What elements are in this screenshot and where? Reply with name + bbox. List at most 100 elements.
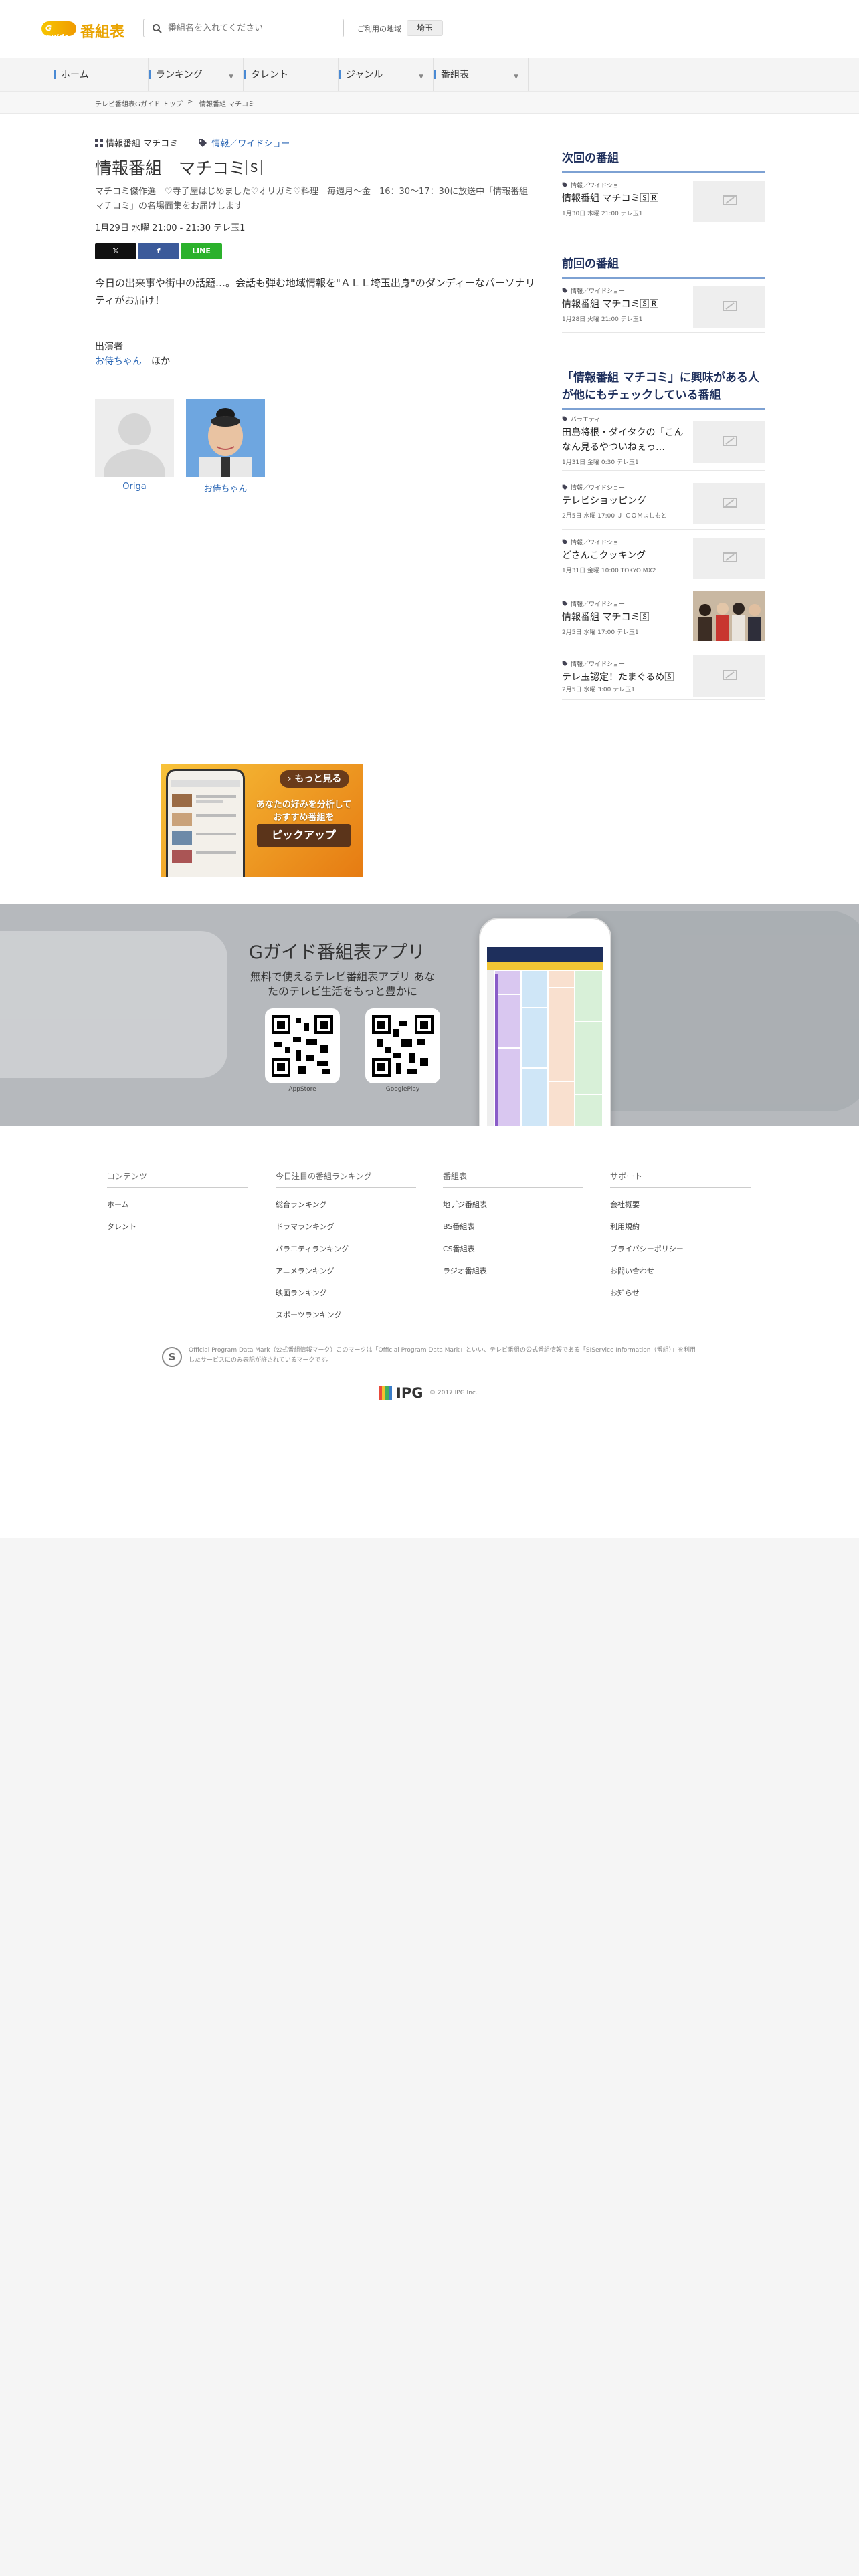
presenters-photo: [693, 591, 765, 641]
related-program-card[interactable]: 情報／ワイドショー テレ玉認定！たまぐるめ🅂 2月5日 水曜 3:00 テレ玉1: [562, 653, 765, 700]
app-banner: Gガイド番組表アプリ 無料で使えるテレビ番組表アプリ あなたのテレビ生活をもっと…: [0, 904, 859, 1126]
nav-label: 番組表: [441, 70, 469, 80]
nav-marker: [149, 70, 151, 79]
footer-column-contents: コンテンツ ホーム タレント: [107, 1170, 248, 1232]
appstore-label: AppStore: [288, 1086, 316, 1093]
tv-guide-screen-image: [487, 947, 603, 1126]
footer-link[interactable]: お問い合わせ: [610, 1265, 751, 1276]
logo-mark: G guide: [41, 21, 76, 41]
footer-link[interactable]: 会社概要: [610, 1199, 751, 1210]
footer-link[interactable]: スポーツランキング: [276, 1309, 416, 1320]
program-genre: バラエティ: [562, 415, 600, 423]
related-program-card[interactable]: 情報／ワイドショー 情報番組 マチコミ🅂 2月5日 水曜 17:00 テレ玉1: [562, 590, 765, 647]
nav-genre[interactable]: ジャンル ▼: [339, 58, 434, 92]
program-tags: 情報番組 マチコミ 情報／ワイドショー: [95, 136, 290, 149]
program-title: 情報番組 マチコミ🅂🅁: [562, 299, 659, 310]
googleplay-qr[interactable]: [365, 1008, 440, 1083]
thumbnail-placeholder: [693, 655, 765, 697]
thumbnail-placeholder: [693, 421, 765, 463]
footer-link[interactable]: 利用規約: [610, 1221, 751, 1232]
search-box[interactable]: [143, 19, 344, 37]
app-screen: [487, 947, 603, 1126]
program-genre: 情報／ワイドショー: [562, 659, 625, 668]
program-time: 2月5日 水曜 3:00 テレ玉1: [562, 687, 635, 693]
nav-label: ランキング: [156, 70, 203, 80]
genre-link[interactable]: 情報／ワイドショー: [211, 139, 290, 149]
footer-link[interactable]: お知らせ: [610, 1287, 751, 1298]
program-genre: 情報／ワイドショー: [562, 599, 625, 608]
nav-marker: [54, 70, 56, 79]
chevron-down-icon: ▼: [229, 74, 233, 80]
previous-program-card[interactable]: 情報／ワイドショー 情報番組 マチコミ🅂🅁 1月28日 火曜 21:00 テレ玉…: [562, 280, 765, 333]
tag-icon: [199, 139, 207, 147]
cast-link[interactable]: お侍ちゃん: [95, 356, 142, 367]
next-program-card[interactable]: 情報／ワイドショー 情報番組 マチコミ🅂🅁 1月30日 木曜 21:00 テレ玉…: [562, 174, 765, 227]
program-time: 1月31日 金曜 10:00 TOKYO MX2: [562, 568, 656, 574]
search-input[interactable]: [168, 22, 335, 34]
appstore-qr[interactable]: [265, 1008, 340, 1083]
genre-label: 情報／ワイドショー: [571, 661, 626, 668]
tv-icon: [723, 195, 737, 205]
nav-label: ジャンル: [346, 70, 383, 80]
nav-home[interactable]: ホーム: [54, 58, 149, 92]
cast-card[interactable]: お侍ちゃん: [186, 399, 265, 494]
region-button[interactable]: 埼玉: [407, 20, 443, 36]
cast-card[interactable]: Origa: [95, 399, 174, 492]
googleplay-label: GooglePlay: [385, 1086, 420, 1093]
footer-link[interactable]: BS番組表: [443, 1221, 583, 1232]
share-line-button[interactable]: LINE: [181, 243, 222, 259]
thumbnail-placeholder: [693, 286, 765, 328]
cast-photo: [186, 399, 265, 477]
related-program-card[interactable]: バラエティ 田島将根・ダイタクの「こんなん見るやついねぇっ… 1月31日 金曜 …: [562, 411, 765, 471]
cast-list: お侍ちゃん ほか: [95, 354, 170, 368]
footer-column-ranking: 今日注目の番組ランキング 総合ランキング ドラマランキング バラエティランキング…: [276, 1170, 416, 1320]
nav-talent[interactable]: タレント: [244, 58, 339, 92]
footer-link[interactable]: 地デジ番組表: [443, 1199, 583, 1210]
breadcrumb-separator: >: [187, 98, 193, 106]
footer-link[interactable]: CS番組表: [443, 1243, 583, 1254]
nav-marker: [244, 70, 246, 79]
chevron-down-icon: ▼: [419, 74, 423, 80]
share-x-button[interactable]: 𝕏: [95, 243, 136, 259]
page-title: 情報番組 マチコミ🅂: [95, 158, 263, 178]
avatar-placeholder: [95, 399, 174, 477]
footer: コンテンツ ホーム タレント 今日注目の番組ランキング 総合ランキング ドラマラ…: [0, 1126, 859, 1538]
logo-text: 番組表: [80, 24, 125, 41]
footer-heading: 今日注目の番組ランキング: [276, 1170, 416, 1188]
footer-link[interactable]: ホーム: [107, 1199, 248, 1210]
footer-link[interactable]: プライバシーポリシー: [610, 1243, 751, 1254]
series-link[interactable]: 情報番組 マチコミ: [106, 139, 178, 149]
breadcrumb-home[interactable]: テレビ番組表Gガイド トップ: [95, 98, 183, 108]
footer-link[interactable]: タレント: [107, 1221, 248, 1232]
header: G guide 番組表 ご利用の地域 埼玉: [0, 0, 859, 58]
program-title: テレビショッピング: [562, 496, 646, 506]
next-program-heading: 次回の番組: [562, 150, 765, 173]
footer-link[interactable]: バラエティランキング: [276, 1243, 416, 1254]
footer-link[interactable]: 映画ランキング: [276, 1287, 416, 1298]
footer-heading: 番組表: [443, 1170, 583, 1188]
footer-column-guide: 番組表 地デジ番組表 BS番組表 CS番組表 ラジオ番組表: [443, 1170, 583, 1276]
chevron-down-icon: ▼: [514, 74, 518, 80]
logo[interactable]: G guide 番組表: [41, 19, 128, 41]
program-title: 情報番組 マチコミ🅂: [562, 612, 650, 623]
related-program-card[interactable]: 情報／ワイドショー テレビショッピング 2月5日 水曜 17:00 Ｊ:ＣＯＭよ…: [562, 476, 765, 530]
tv-icon: [723, 670, 737, 680]
program-title: 田島将根・ダイタクの「こんなん見るやついねぇっ…: [562, 427, 684, 453]
share-facebook-button[interactable]: f: [138, 243, 179, 259]
nav-ranking[interactable]: ランキング ▼: [149, 58, 244, 92]
footer-link[interactable]: ラジオ番組表: [443, 1265, 583, 1276]
program-thumbnail: [693, 591, 765, 641]
related-program-card[interactable]: 情報／ワイドショー どさんこクッキング 1月31日 金曜 10:00 TOKYO…: [562, 531, 765, 584]
program-datetime: 1月29日 水曜 21:00 - 21:30 テレ玉1: [95, 223, 246, 233]
footer-link[interactable]: 総合ランキング: [276, 1199, 416, 1210]
promo-banner[interactable]: › もっと見る あなたの好みを分析して おすすめ番組を ピックアップ: [161, 764, 363, 877]
nav-guide[interactable]: 番組表 ▼: [434, 58, 529, 92]
qr-code-icon: [272, 1015, 333, 1077]
app-subtitle: 無料で使えるテレビ番組表アプリ あなたのテレビ生活をもっと豊かに: [250, 970, 436, 998]
footer-note: Official Program Data Mark（公式番組情報マーク）このマ…: [189, 1347, 696, 1364]
cast-heading: 出演者: [95, 342, 123, 352]
more-button[interactable]: › もっと見る: [280, 770, 349, 788]
footer-link[interactable]: ドラマランキング: [276, 1221, 416, 1232]
nav-marker: [434, 70, 436, 79]
footer-link[interactable]: アニメランキング: [276, 1265, 416, 1276]
